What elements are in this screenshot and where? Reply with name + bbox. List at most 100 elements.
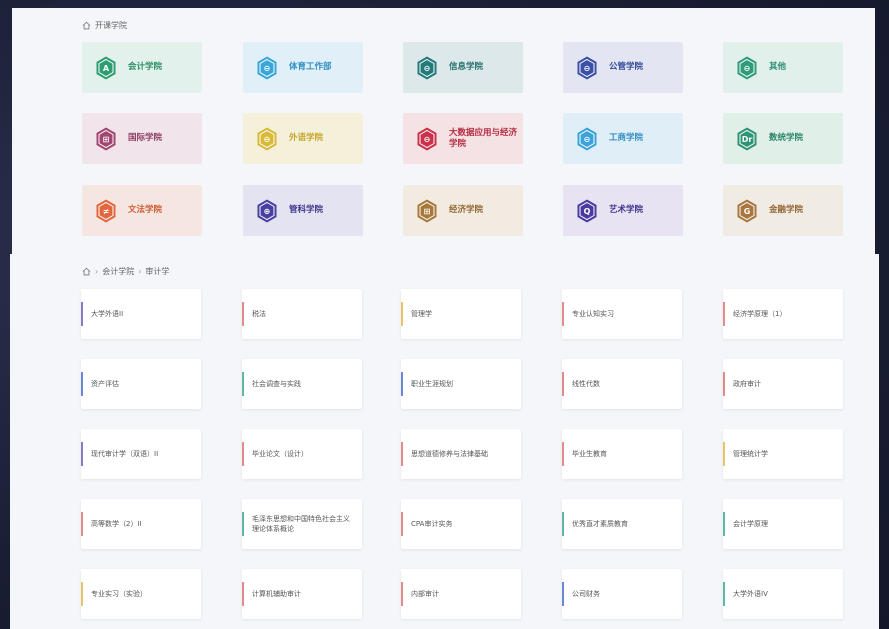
course-accent-bar (723, 512, 725, 536)
college-label: 文法学院 (128, 205, 163, 215)
college-tile[interactable]: ⊖ 公管学院 (563, 42, 683, 93)
course-card[interactable]: 资产评估 (81, 359, 201, 409)
home-icon[interactable] (82, 267, 91, 276)
course-label: 内部审计 (411, 590, 439, 598)
course-label: 管理学 (411, 310, 432, 318)
course-card[interactable]: 计算机辅助审计 (242, 569, 362, 619)
course-card[interactable]: 优秀直才素质教育 (562, 499, 682, 549)
course-card[interactable]: 经济学原理（1） (723, 289, 843, 339)
course-card[interactable]: 管理统计学 (723, 429, 843, 479)
home-icon[interactable] (82, 21, 91, 30)
course-label: 线性代数 (572, 380, 600, 388)
course-card[interactable]: 会计学原理 (723, 499, 843, 549)
college-hex-icon: ⊖ (417, 56, 437, 79)
college-tile[interactable]: Dr 数统学院 (723, 113, 843, 164)
course-accent-bar (242, 442, 244, 466)
course-label: 会计学原理 (733, 520, 768, 528)
college-hex-icon: ⊞ (417, 199, 437, 222)
course-card[interactable]: 社会调查与实践 (242, 359, 362, 409)
course-label: 管理统计学 (733, 450, 768, 458)
svg-text:⊖: ⊖ (264, 64, 271, 73)
college-hex-icon: ⊖ (417, 127, 437, 150)
college-tile[interactable]: ≠ 文法学院 (82, 185, 202, 236)
svg-text:⊖: ⊖ (744, 64, 751, 73)
college-hex-icon: ⊖ (257, 127, 277, 150)
college-hex-icon: A (96, 56, 116, 79)
course-card[interactable]: 税法 (242, 289, 362, 339)
course-label: 现代审计学（双语）II (91, 450, 159, 458)
course-card[interactable]: 毛泽东思想和中国特色社会主义理论体系概论 (242, 499, 362, 549)
course-accent-bar (81, 302, 83, 326)
course-label: 毕业论文（设计） (252, 450, 308, 458)
course-label: 经济学原理（1） (733, 310, 787, 318)
college-hex-icon: ⊕ (257, 199, 277, 222)
course-card[interactable]: 大学外语IV (723, 569, 843, 619)
college-tile[interactable]: ⊖ 体育工作部 (243, 42, 363, 93)
course-label: 公司财务 (572, 590, 600, 598)
college-tile[interactable]: ⊞ 国际学院 (82, 113, 202, 164)
course-label: 毛泽东思想和中国特色社会主义理论体系概论 (252, 515, 350, 533)
college-tile[interactable]: A 会计学院 (82, 42, 202, 93)
college-label: 外语学院 (289, 133, 324, 143)
course-accent-bar (242, 372, 244, 396)
course-accent-bar (562, 372, 564, 396)
college-breadcrumb: 开课学院 (82, 20, 127, 31)
course-accent-bar (562, 442, 564, 466)
svg-text:Q: Q (584, 207, 591, 216)
college-label: 会计学院 (128, 62, 163, 72)
breadcrumb-major: 审计学 (145, 267, 170, 276)
college-label: 其他 (769, 62, 787, 72)
college-tile[interactable]: ⊖ 大数据应用与经济学院 (403, 113, 523, 164)
svg-text:⊞: ⊞ (103, 135, 110, 144)
course-accent-bar (81, 442, 83, 466)
college-label: 经济学院 (449, 205, 484, 215)
course-card[interactable]: 专业实习（实验） (81, 569, 201, 619)
course-label: 大学外语II (91, 310, 124, 318)
course-label: 税法 (252, 310, 266, 318)
college-tile[interactable]: ⊖ 其他 (723, 42, 843, 93)
college-tile[interactable]: ⊕ 管科学院 (243, 185, 363, 236)
course-card[interactable]: CPA审计实务 (401, 499, 521, 549)
course-accent-bar (562, 512, 564, 536)
course-card[interactable]: 政府审计 (723, 359, 843, 409)
college-tile[interactable]: G 金融学院 (723, 185, 843, 236)
college-hex-icon: ⊖ (577, 127, 597, 150)
college-tile[interactable]: ⊖ 工商学院 (563, 113, 683, 164)
svg-text:A: A (103, 64, 110, 73)
college-label: 体育工作部 (289, 62, 332, 72)
chevron-right-icon: › (95, 267, 99, 276)
college-hex-icon: G (737, 199, 757, 222)
college-hex-icon: ≠ (96, 199, 116, 222)
svg-text:⊖: ⊖ (424, 135, 431, 144)
course-card[interactable]: 专业认知实习 (562, 289, 682, 339)
course-accent-bar (401, 582, 403, 606)
college-tile[interactable]: Q 艺术学院 (563, 185, 683, 236)
svg-text:G: G (744, 207, 751, 216)
course-card[interactable]: 职业生涯规划 (401, 359, 521, 409)
course-accent-bar (562, 582, 564, 606)
svg-text:⊖: ⊖ (584, 135, 591, 144)
college-label: 大数据应用与经济学院 (449, 127, 518, 149)
course-label: 思想道德修养与法律基础 (411, 450, 488, 458)
college-tile[interactable]: ⊖ 外语学院 (243, 113, 363, 164)
course-panel: › 会计学院 › 审计学 大学外语II 税法 管理学 专业认知实习 经济学原理（1） 资产… (10, 254, 879, 629)
course-card[interactable]: 毕业生教育 (562, 429, 682, 479)
course-card[interactable]: 现代审计学（双语）II (81, 429, 201, 479)
college-tile[interactable]: ⊞ 经济学院 (403, 185, 523, 236)
breadcrumb-label: 开课学院 (95, 21, 127, 30)
breadcrumb-college-link[interactable]: 会计学院 (102, 266, 134, 277)
course-card[interactable]: 高等数学（2）II (81, 499, 201, 549)
course-card[interactable]: 思想道德修养与法律基础 (401, 429, 521, 479)
course-card[interactable]: 公司财务 (562, 569, 682, 619)
svg-text:⊕: ⊕ (264, 207, 271, 216)
chevron-right-icon: › (138, 267, 142, 276)
course-label: 大学外语IV (733, 590, 768, 598)
course-card[interactable]: 管理学 (401, 289, 521, 339)
course-card[interactable]: 大学外语II (81, 289, 201, 339)
course-card[interactable]: 线性代数 (562, 359, 682, 409)
course-label: 社会调查与实践 (252, 380, 301, 388)
college-label: 国际学院 (128, 133, 163, 143)
course-card[interactable]: 毕业论文（设计） (242, 429, 362, 479)
course-card[interactable]: 内部审计 (401, 569, 521, 619)
college-tile[interactable]: ⊖ 信息学院 (403, 42, 523, 93)
